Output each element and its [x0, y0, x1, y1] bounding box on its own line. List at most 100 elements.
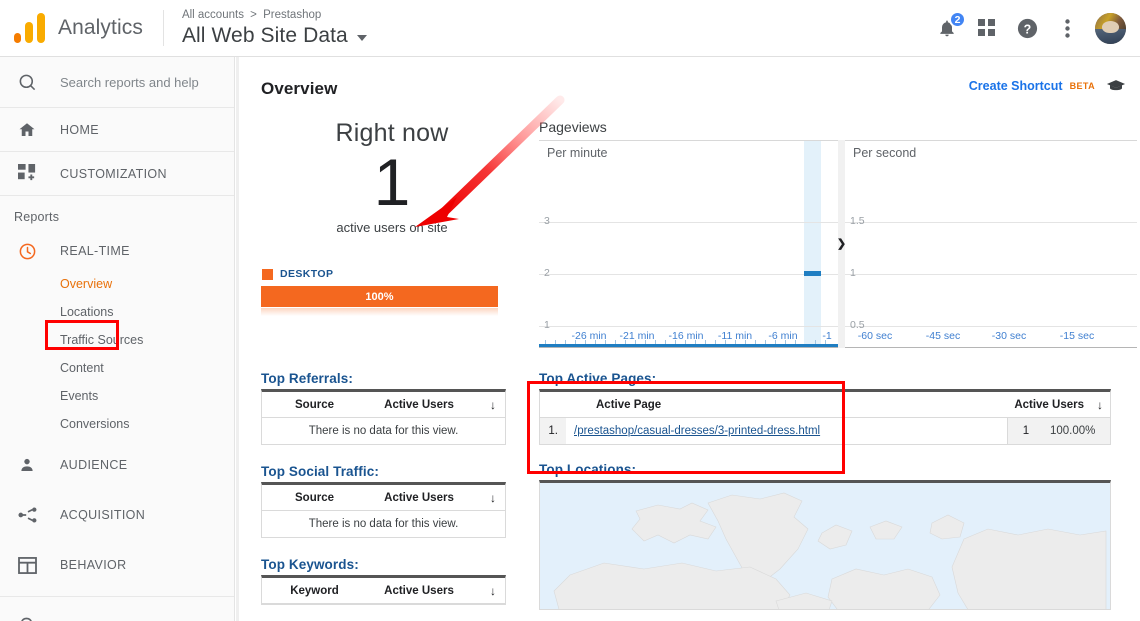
sort-descending-icon[interactable]: ↓	[481, 398, 505, 412]
table-header-row: Source Active Users ↓	[262, 485, 505, 511]
header-actions: 2 ?	[935, 11, 1140, 44]
sidebar-item-discover[interactable]: DISCOVER	[0, 607, 234, 621]
top-referrals-title: Top Referrals:	[261, 371, 353, 386]
table-row[interactable]: 1. /prestashop/casual-dresses/3-printed-…	[540, 418, 1110, 444]
sort-descending-icon[interactable]: ↓	[1090, 398, 1110, 412]
sidebar-item-realtime[interactable]: REAL-TIME	[0, 232, 234, 270]
sidebar-item-traffic-sources[interactable]: Traffic Sources	[0, 326, 234, 354]
top-keywords-block: Top Keywords: Keyword Active Users ↓	[261, 557, 506, 605]
sidebar-item-behavior[interactable]: BEHAVIOR	[0, 546, 234, 584]
chart-per-minute-label: Per minute	[547, 146, 614, 160]
bar-highlight-column	[804, 141, 821, 346]
chevron-down-icon[interactable]	[356, 34, 367, 41]
sidebar-item-overview[interactable]: Overview	[0, 270, 234, 298]
active-users-percent: 100.00%	[1050, 425, 1096, 437]
sidebar-item-events[interactable]: Events	[0, 382, 234, 410]
apps-grid-icon[interactable]	[975, 16, 999, 40]
customization-icon	[18, 164, 40, 183]
chart-expand-button[interactable]: ❯	[837, 140, 846, 348]
chart-pageviews-per-second[interactable]: Per second 1.5 1 0.5 -60 sec -45 sec -30…	[845, 140, 1137, 348]
user-avatar[interactable]	[1095, 12, 1126, 44]
header-divider	[162, 10, 164, 46]
column-header-active-users[interactable]: Active Users	[1008, 399, 1090, 411]
top-social-traffic-table: Source Active Users ↓ There is no data f…	[261, 482, 506, 538]
active-page-link[interactable]: /prestashop/casual-dresses/3-printed-dre…	[574, 425, 820, 437]
graduation-cap-icon[interactable]	[1106, 79, 1126, 93]
gridline-1	[539, 326, 838, 327]
breadcrumb-property[interactable]: Prestashop	[263, 9, 321, 21]
xtick-label: -30 sec	[991, 330, 1027, 342]
column-header-active-users[interactable]: Active Users	[367, 585, 481, 597]
chart-per-second-plot: 1.5 1 0.5 -60 sec -45 sec -30 sec -15 se…	[845, 141, 1137, 347]
sidebar-section-reports: Reports	[14, 210, 60, 224]
sidebar-item-content[interactable]: Content	[0, 354, 234, 382]
ytick-label: 3	[544, 215, 550, 227]
sidebar-item-label: AUDIENCE	[60, 458, 128, 472]
sidebar-item-label: REAL-TIME	[60, 244, 130, 258]
sidebar-divider	[0, 596, 234, 597]
sidebar-item-audience[interactable]: AUDIENCE	[0, 446, 234, 484]
brand-label: Analytics	[58, 16, 143, 39]
sidebar-item-label: BEHAVIOR	[60, 558, 127, 572]
ytick-label: 1	[544, 319, 550, 331]
top-app-bar: Analytics All accounts > Prestashop All …	[0, 0, 1140, 57]
sidebar-item-customization[interactable]: CUSTOMIZATION	[0, 152, 234, 196]
sort-descending-icon[interactable]: ↓	[481, 491, 505, 505]
more-vertical-icon[interactable]	[1055, 16, 1079, 40]
help-circle-icon[interactable]: ?	[1015, 16, 1039, 40]
sidebar-item-locations[interactable]: Locations	[0, 298, 234, 326]
device-percent-bar: 100%	[261, 286, 498, 316]
table-header-row: Source Active Users ↓	[262, 392, 505, 418]
gridline-1	[845, 274, 1137, 275]
chart-axis-scrubber[interactable]	[539, 344, 838, 347]
beta-badge: BETA	[1069, 81, 1095, 91]
sidebar-item-label: HOME	[60, 122, 99, 137]
view-title-row[interactable]: All Web Site Data	[182, 23, 367, 49]
account-selector[interactable]: All accounts > Prestashop All Web Site D…	[182, 8, 367, 49]
row-index: 1.	[548, 425, 558, 437]
top-locations-title: Top Locations:	[539, 462, 637, 477]
shortcut-area: Create Shortcut BETA	[969, 79, 1140, 93]
lightbulb-icon	[18, 617, 40, 621]
column-header-active-users[interactable]: Active Users	[367, 399, 481, 411]
brand-area[interactable]: Analytics	[0, 13, 143, 43]
column-header-source[interactable]: Source	[262, 399, 367, 411]
active-users-count: 1	[373, 145, 411, 219]
device-legend-label: DESKTOP	[280, 268, 334, 280]
column-header-keyword[interactable]: Keyword	[262, 585, 367, 597]
empty-state-text: There is no data for this view.	[308, 518, 459, 530]
search-input[interactable]: Search reports and help	[0, 57, 234, 108]
create-shortcut-button[interactable]: Create Shortcut	[969, 79, 1063, 93]
top-keywords-table: Keyword Active Users ↓	[261, 575, 506, 605]
behavior-layout-icon	[18, 556, 40, 574]
column-header-active-users[interactable]: Active Users	[367, 492, 481, 504]
ytick-label: 1.5	[850, 215, 865, 227]
sidebar-item-acquisition[interactable]: ACQUISITION	[0, 496, 234, 534]
table-header-row: Keyword Active Users ↓	[262, 578, 505, 604]
gridline-3	[539, 222, 838, 223]
xtick-label: -45 sec	[925, 330, 961, 342]
chart-pageviews-per-minute[interactable]: Per minute 3 2 1 -26 min -21 min -16 min…	[539, 140, 838, 348]
active-users-value: 1	[1022, 425, 1030, 437]
bar-value-cap	[804, 271, 821, 276]
world-map[interactable]	[539, 480, 1111, 610]
gridline-0-5	[845, 326, 1137, 327]
legend-color-swatch	[262, 268, 273, 280]
top-social-traffic-block: Top Social Traffic: Source Active Users …	[261, 464, 506, 538]
right-now-title: Right now	[335, 119, 449, 147]
sidebar-item-conversions[interactable]: Conversions	[0, 410, 234, 438]
acquisition-share-icon	[18, 506, 40, 524]
column-header-active-page[interactable]: Active Page	[586, 399, 1008, 411]
column-header-source[interactable]: Source	[262, 492, 367, 504]
gridline-1-5	[845, 222, 1137, 223]
top-active-pages-block: Top Active Pages: Active Page Active Use…	[539, 371, 1111, 445]
sort-descending-icon[interactable]: ↓	[481, 584, 505, 598]
top-social-traffic-title: Top Social Traffic:	[261, 464, 379, 479]
notifications-bell-icon[interactable]: 2	[935, 11, 966, 40]
top-referrals-table: Source Active Users ↓ There is no data f…	[261, 389, 506, 445]
sidebar-item-home[interactable]: HOME	[0, 108, 234, 152]
xtick-label: -15 sec	[1059, 330, 1095, 342]
top-active-pages-table: Active Page Active Users ↓ 1. /prestasho…	[539, 389, 1111, 445]
breadcrumb-all-accounts[interactable]: All accounts	[182, 9, 244, 21]
table-empty-row: There is no data for this view.	[262, 418, 505, 444]
